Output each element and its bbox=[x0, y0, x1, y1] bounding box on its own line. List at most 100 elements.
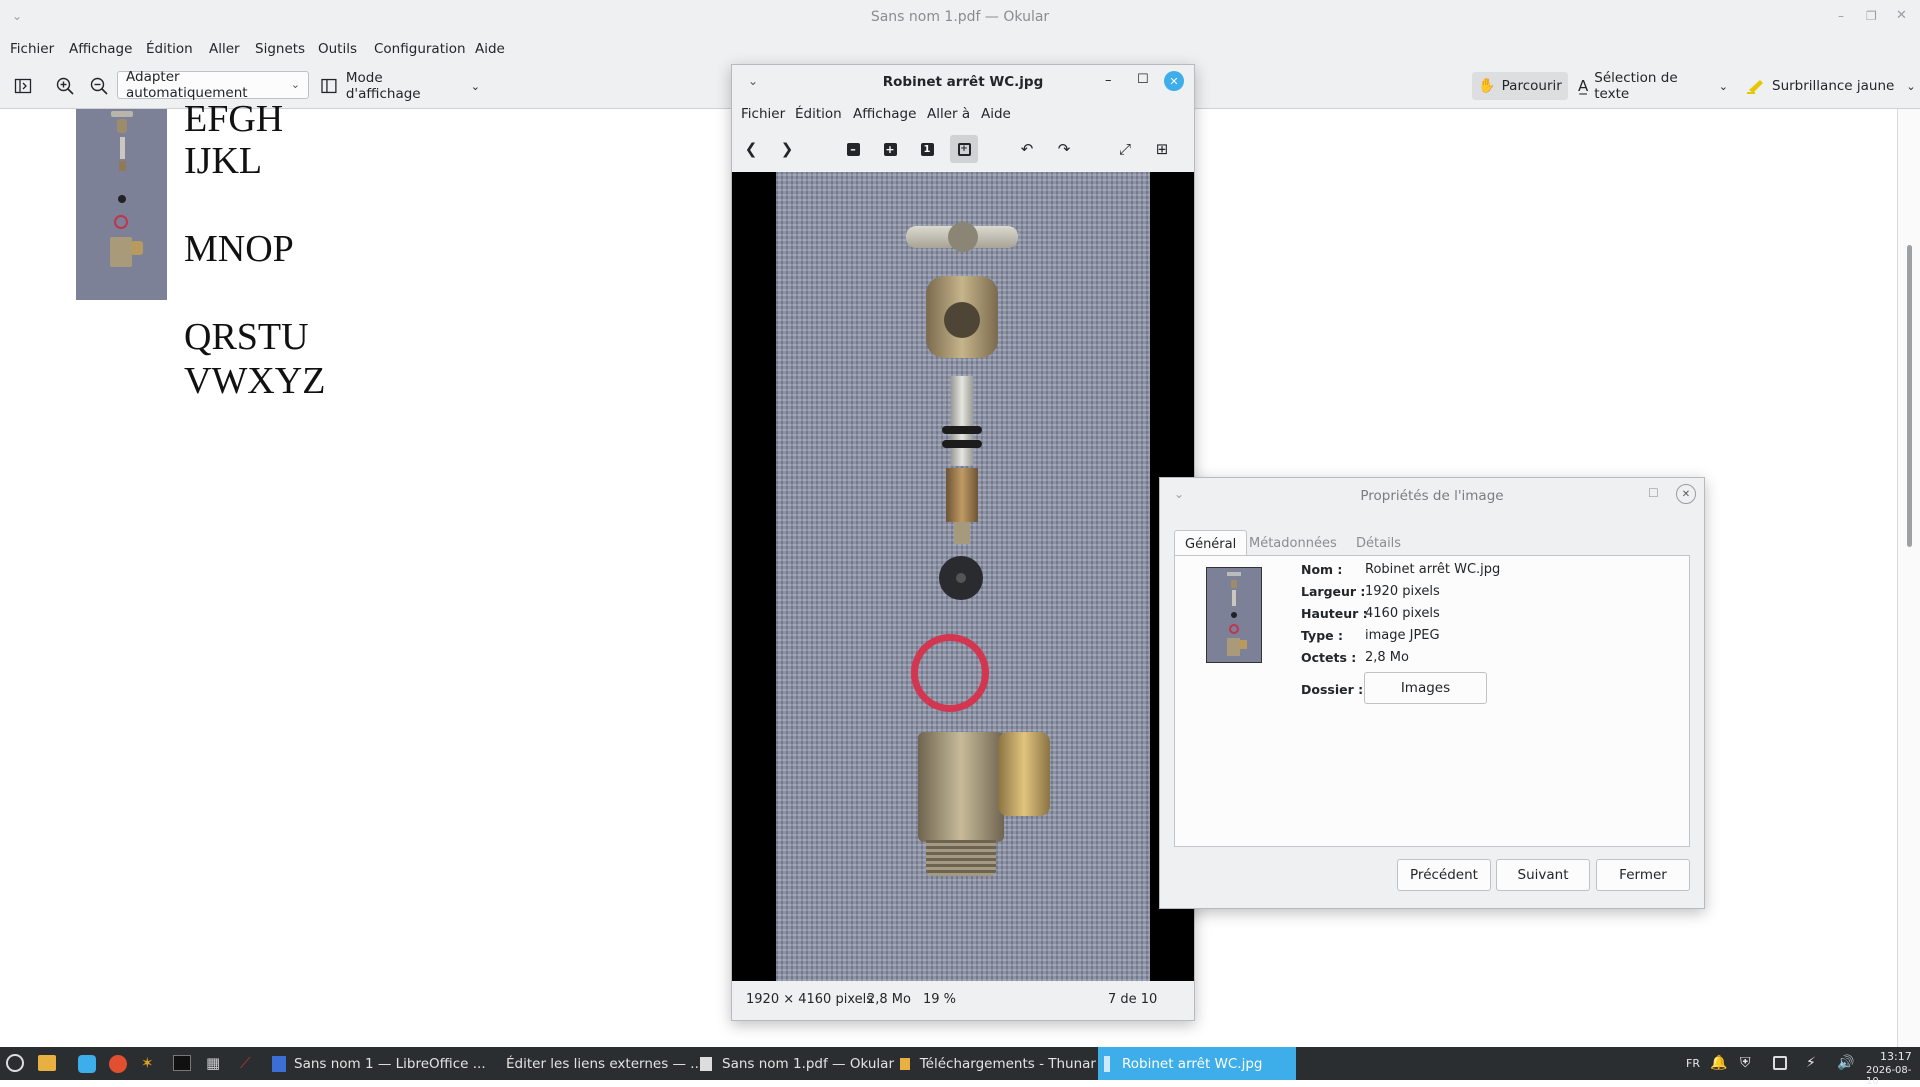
value-name: Robinet arrêt WC.jpg bbox=[1365, 562, 1501, 577]
grid-launcher-icon[interactable]: ▦ bbox=[206, 1054, 220, 1072]
taskbar: ✶ ▦ ⟋ Sans nom 1 — LibreOffice ... Édite… bbox=[0, 1047, 1920, 1087]
fullscreen-icon[interactable]: ⤢ bbox=[1111, 135, 1139, 163]
viewer-menu-aide[interactable]: Aide bbox=[981, 106, 1011, 122]
browser-launcher-icon[interactable] bbox=[109, 1055, 127, 1073]
clock-time[interactable]: 13:17 bbox=[1880, 1050, 1912, 1063]
shield-icon[interactable]: ⛨ bbox=[1740, 1055, 1751, 1071]
viewer-menu-aller-a[interactable]: Aller à bbox=[927, 106, 970, 122]
task-image-viewer[interactable]: Robinet arrêt WC.jpg bbox=[1098, 1047, 1296, 1080]
next-icon[interactable]: ❯ bbox=[773, 135, 801, 163]
general-panel: Nom : Robinet arrêt WC.jpg Largeur : 192… bbox=[1174, 555, 1690, 847]
zoom-combobox[interactable]: Adapter automatiquement ⌄ bbox=[117, 69, 309, 101]
window-title: Sans nom 1.pdf — Okular bbox=[870, 9, 1050, 25]
viewer-menu-affichage[interactable]: Affichage bbox=[853, 106, 916, 122]
image-properties-dialog: ⌄ Propriétés de l'image ☐ ✕ Général Méta… bbox=[1159, 477, 1705, 909]
previous-button[interactable]: Précédent bbox=[1397, 859, 1491, 891]
display-icon[interactable] bbox=[1773, 1056, 1787, 1070]
minimize-icon[interactable]: – bbox=[1105, 73, 1112, 88]
task-label: Robinet arrêt WC.jpg bbox=[1122, 1055, 1263, 1072]
task-edit-links[interactable]: Éditer les liens externes — ... bbox=[498, 1047, 703, 1080]
close-icon[interactable]: ✕ bbox=[1676, 484, 1696, 504]
zoom-fit-icon[interactable]: + bbox=[950, 135, 978, 163]
rotate-left-icon[interactable]: ↶ bbox=[1013, 135, 1041, 163]
launcher-icon[interactable] bbox=[78, 1055, 96, 1073]
valve-photo bbox=[776, 172, 1150, 981]
previous-icon[interactable]: ❮ bbox=[737, 135, 765, 163]
document-scrollbar[interactable] bbox=[1897, 109, 1920, 1047]
menu-edition[interactable]: Édition bbox=[146, 41, 193, 57]
okular-titlebar: ⌄ Sans nom 1.pdf — Okular – ❐ ✕ bbox=[0, 0, 1920, 35]
notifications-icon[interactable]: 🔔 bbox=[1710, 1055, 1727, 1071]
tab-details[interactable]: Détails bbox=[1346, 530, 1411, 556]
status-position: 7 de 10 bbox=[1108, 992, 1158, 1007]
menu-signets[interactable]: Signets bbox=[255, 41, 305, 57]
highlight-tool-button[interactable]: Surbrillance jaune ⌄ bbox=[1746, 72, 1916, 100]
power-icon[interactable]: ⚡ bbox=[1806, 1055, 1816, 1071]
zoom-out-icon[interactable] bbox=[86, 72, 112, 100]
view-mode-icon bbox=[321, 78, 337, 94]
menu-configuration[interactable]: Configuration bbox=[374, 41, 466, 57]
label-height: Hauteur : bbox=[1301, 606, 1368, 621]
next-button[interactable]: Suivant bbox=[1496, 859, 1590, 891]
view-mode-button[interactable]: Mode d'affichage ⌄ bbox=[320, 70, 480, 102]
tab-metadonnees[interactable]: Métadonnées bbox=[1239, 530, 1347, 556]
pdf-launcher-icon[interactable]: ⟋ bbox=[240, 1054, 251, 1072]
start-menu-icon[interactable] bbox=[6, 1054, 24, 1072]
document-line: EFGH bbox=[184, 98, 284, 140]
dialog-title: Propriétés de l'image bbox=[1360, 488, 1504, 504]
viewer-menu-fichier[interactable]: Fichier bbox=[741, 106, 785, 122]
close-icon[interactable]: ✕ bbox=[1896, 8, 1907, 23]
label-bytes: Octets : bbox=[1301, 650, 1357, 665]
rotate-right-icon[interactable]: ↷ bbox=[1050, 135, 1078, 163]
folder-button[interactable]: Images bbox=[1364, 672, 1487, 704]
label-folder: Dossier : bbox=[1301, 682, 1364, 697]
zoom-original-icon[interactable]: 1 bbox=[913, 135, 941, 163]
highlighter-icon bbox=[1747, 80, 1763, 94]
keyboard-layout[interactable]: FR bbox=[1686, 1057, 1700, 1070]
task-okular[interactable]: Sans nom 1.pdf — Okular bbox=[700, 1047, 896, 1080]
file-manager-launcher-icon[interactable] bbox=[38, 1055, 56, 1071]
volume-icon[interactable]: 🔊 bbox=[1837, 1055, 1854, 1071]
terminal-launcher-icon[interactable] bbox=[173, 1055, 191, 1071]
task-thunar[interactable]: Téléchargements - Thunar bbox=[900, 1047, 1096, 1080]
maximize-icon[interactable]: ☐ bbox=[1137, 72, 1149, 87]
zoom-in-icon[interactable] bbox=[52, 72, 78, 100]
viewer-menu-edition[interactable]: Édition bbox=[795, 106, 842, 122]
chevron-down-icon: ⌄ bbox=[290, 78, 300, 91]
maximize-icon[interactable]: ☐ bbox=[1648, 486, 1659, 500]
image-canvas[interactable] bbox=[732, 172, 1194, 981]
menu-affichage[interactable]: Affichage bbox=[69, 41, 132, 57]
menu-aide[interactable]: Aide bbox=[475, 41, 505, 57]
menu-fichier[interactable]: Fichier bbox=[10, 41, 54, 57]
value-type: image JPEG bbox=[1365, 628, 1440, 643]
viewer-title: Robinet arrêt WC.jpg bbox=[882, 74, 1044, 90]
document-thumbnail-image bbox=[76, 109, 167, 300]
text-select-tool-button[interactable]: A̲ Sélection de texte ⌄ bbox=[1578, 70, 1728, 102]
label-type: Type : bbox=[1301, 628, 1343, 643]
image-viewer-icon bbox=[1104, 1055, 1110, 1072]
scrollbar-thumb[interactable] bbox=[1907, 245, 1912, 547]
okular-menubar: Fichier Affichage Édition Aller Signets … bbox=[0, 34, 1920, 64]
slideshow-icon[interactable]: ⊞ bbox=[1148, 135, 1176, 163]
highlight-tool-label: Surbrillance jaune bbox=[1772, 78, 1895, 94]
zoom-out-icon[interactable]: – bbox=[839, 135, 867, 163]
sidebar-toggle-icon[interactable] bbox=[10, 72, 36, 100]
close-icon[interactable]: ✕ bbox=[1164, 71, 1184, 91]
minimize-icon[interactable]: – bbox=[1838, 9, 1844, 23]
task-label: Téléchargements - Thunar bbox=[919, 1055, 1096, 1072]
zoom-in-icon[interactable]: + bbox=[876, 135, 904, 163]
tools-launcher-icon[interactable]: ✶ bbox=[141, 1054, 154, 1072]
browse-tool-button[interactable]: ✋ Parcourir bbox=[1472, 72, 1568, 100]
label-width: Largeur : bbox=[1301, 584, 1366, 599]
close-button[interactable]: Fermer bbox=[1596, 859, 1690, 891]
tab-general[interactable]: Général bbox=[1174, 530, 1248, 557]
task-libreoffice[interactable]: Sans nom 1 — LibreOffice ... bbox=[268, 1047, 490, 1080]
label-name: Nom : bbox=[1301, 562, 1343, 577]
menu-aller[interactable]: Aller bbox=[209, 41, 240, 57]
task-label: Sans nom 1.pdf — Okular bbox=[722, 1055, 894, 1072]
image-viewer-window: ⌄ Robinet arrêt WC.jpg – ☐ ✕ Fichier Édi… bbox=[731, 64, 1195, 1021]
menu-outils[interactable]: Outils bbox=[318, 41, 357, 57]
value-height: 4160 pixels bbox=[1365, 606, 1440, 621]
clock-date[interactable]: 2026-08-10 bbox=[1866, 1065, 1920, 1087]
restore-icon[interactable]: ❐ bbox=[1866, 9, 1877, 23]
